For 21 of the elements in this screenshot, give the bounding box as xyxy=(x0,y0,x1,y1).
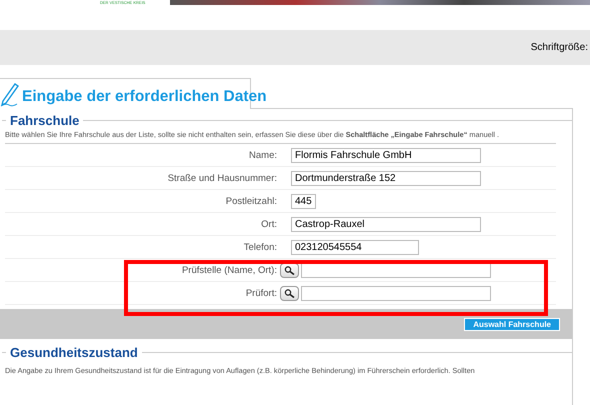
field-label: Name: xyxy=(248,150,277,160)
field-label: Ort: xyxy=(260,218,277,230)
input-field[interactable]: Flormis Fahrschule GmbH xyxy=(291,148,481,162)
section-legend: Fahrschule xyxy=(10,113,80,128)
input-field[interactable]: 445 xyxy=(291,194,316,208)
input-field[interactable]: Castrop-Rauxel xyxy=(291,216,481,232)
font-size-label: Schriftgröße: xyxy=(530,42,588,53)
search-icon xyxy=(284,288,294,298)
input-field[interactable]: Dortmunderstraße 152 xyxy=(291,170,481,186)
input-field[interactable] xyxy=(301,286,491,300)
field-label: Prüfstelle (Name, Ort): xyxy=(180,264,277,276)
field-label: Postleitzahl: xyxy=(224,196,277,206)
search-icon xyxy=(284,266,294,274)
search-button[interactable] xyxy=(280,286,298,300)
input-field[interactable]: 023120545554 xyxy=(291,240,419,254)
field-label: Straße und Hausnummer: xyxy=(166,172,277,184)
tab-title: Eingabe der erforderlichen Daten xyxy=(22,88,267,106)
field-label: Telefon: xyxy=(242,242,277,252)
pencil-icon xyxy=(0,81,20,107)
section-legend: Gesundheitszustand xyxy=(10,345,138,360)
field-label: Prüfort: xyxy=(244,288,277,298)
